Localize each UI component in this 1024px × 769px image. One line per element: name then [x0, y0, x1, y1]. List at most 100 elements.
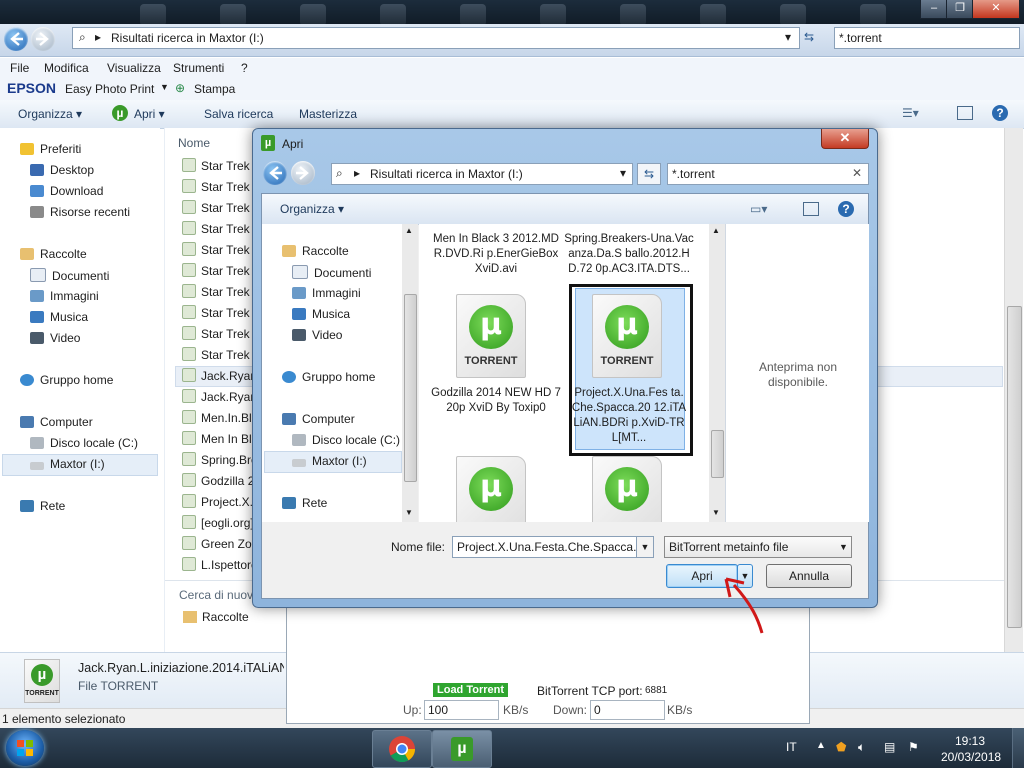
list-item[interactable]: Star Trek - [182, 200, 257, 215]
start-button[interactable] [6, 730, 44, 766]
back-button[interactable] [4, 27, 28, 51]
dialog-nav-music[interactable]: Musica [292, 307, 350, 321]
organize-button[interactable]: Organizza ▾ [18, 107, 82, 121]
dialog-nav-maxtor[interactable]: Maxtor (I:) [292, 454, 367, 468]
nav-recent[interactable]: Risorse recenti [30, 205, 130, 219]
scrollbar-thumb[interactable] [1007, 306, 1022, 628]
nav-pictures[interactable]: Immagini [30, 289, 99, 303]
preview-pane-icon[interactable] [803, 202, 819, 216]
cancel-button[interactable]: Annulla [766, 564, 852, 588]
up-speed-input[interactable]: 100 [424, 700, 499, 720]
dialog-back-button[interactable] [263, 161, 287, 185]
address-dropdown-icon[interactable]: ▾ [620, 166, 626, 180]
menu-edit[interactable]: Modifica [44, 61, 89, 75]
show-desktop-button[interactable] [1012, 728, 1024, 768]
load-torrent-button[interactable]: Load Torrent [433, 683, 509, 697]
clear-search-icon[interactable]: ✕ [852, 166, 862, 180]
help-icon[interactable]: ? [838, 201, 854, 217]
file-name-godzilla[interactable]: Godzilla 2014 NEW HD 720p XviD By Toxip0 [431, 386, 561, 416]
menu-tools[interactable]: Strumenti [173, 61, 224, 75]
scroll-up-icon[interactable]: ▲ [712, 226, 720, 235]
dialog-refresh-icon[interactable]: ⇆ [637, 163, 661, 185]
torrent-file-thumbnail[interactable]: µ TORRENT [456, 294, 526, 378]
save-search-button[interactable]: Salva ricerca [204, 107, 273, 121]
taskbar-utorrent-button[interactable]: µ [432, 730, 492, 768]
address-dropdown-icon[interactable]: ▾ [785, 30, 791, 44]
dialog-forward-button[interactable] [291, 161, 315, 185]
nav-music[interactable]: Musica [30, 310, 88, 324]
nav-local-disk[interactable]: Disco locale (C:) [30, 436, 138, 450]
nav-documents[interactable]: Documenti [30, 268, 109, 283]
security-shield-icon[interactable]: ⬟ [836, 740, 846, 754]
help-icon[interactable]: ? [992, 105, 1008, 121]
filename-dropdown-icon[interactable]: ▼ [636, 536, 654, 558]
dialog-nav-scrollbar[interactable]: ▲ ▼ [402, 224, 418, 522]
menu-help[interactable]: ? [241, 61, 248, 75]
list-item[interactable]: Spring.Bre [182, 452, 258, 467]
nav-favorites[interactable]: Preferiti [20, 142, 81, 156]
nav-network[interactable]: Rete [20, 499, 65, 513]
dialog-nav-libraries[interactable]: Raccolte [282, 244, 349, 258]
print-button[interactable]: Stampa [194, 82, 235, 96]
clock-time[interactable]: 19:13 [955, 734, 985, 748]
file-name-project-x[interactable]: Project.X.Una.Fes ta.Che.Spacca.20 12.iT… [571, 386, 687, 446]
show-hidden-icons-icon[interactable]: ▲ [816, 740, 826, 751]
list-item[interactable]: [eogli.org] [182, 515, 254, 530]
nav-maxtor[interactable]: Maxtor (I:) [30, 457, 105, 471]
list-item[interactable]: Project.X.U [182, 494, 262, 509]
dialog-nav-homegroup[interactable]: Gruppo home [282, 370, 375, 384]
list-item[interactable]: Star Trek T [182, 305, 260, 320]
close-button[interactable]: ✕ [972, 0, 1020, 19]
filename-input[interactable]: Project.X.Una.Festa.Che.Spacca.20 [452, 536, 640, 558]
forward-button[interactable] [31, 27, 55, 51]
dialog-nav-documents[interactable]: Documenti [292, 265, 371, 280]
dialog-nav-network[interactable]: Rete [282, 496, 327, 510]
burn-button[interactable]: Masterizza [299, 107, 357, 121]
nav-videos[interactable]: Video [30, 331, 80, 345]
list-item[interactable]: Men In Bla [182, 431, 258, 446]
dialog-search-input[interactable]: *.torrent ✕ [667, 163, 869, 185]
address-bar[interactable]: ⌕ ▸ Risultati ricerca in Maxtor (I:) ▾ [72, 27, 800, 49]
chevron-down-icon[interactable]: ▼ [160, 82, 169, 92]
list-item-selected[interactable]: Jack.Ryan. [182, 368, 260, 383]
list-item[interactable]: Jack.Ryan. [182, 389, 260, 404]
nav-downloads[interactable]: Download [30, 184, 103, 198]
scroll-up-icon[interactable]: ▲ [405, 226, 413, 235]
dialog-address-bar[interactable]: ⌕ ▸ Risultati ricerca in Maxtor (I:) ▾ [331, 163, 633, 185]
menu-view[interactable]: Visualizza [107, 61, 161, 75]
list-item[interactable]: Godzilla 20 [182, 473, 261, 488]
down-speed-input[interactable]: 0 [590, 700, 665, 720]
list-item[interactable]: Star Trek - [182, 242, 257, 257]
dialog-nav-pictures[interactable]: Immagini [292, 286, 361, 300]
maximize-button[interactable]: ❐ [946, 0, 974, 19]
view-options-icon[interactable]: ☰▾ [902, 106, 919, 120]
menu-file[interactable]: File [10, 61, 29, 75]
nav-desktop[interactable]: Desktop [30, 163, 94, 177]
taskbar-chrome-button[interactable] [372, 730, 432, 768]
list-item[interactable]: Star Trek T [182, 179, 260, 194]
list-item[interactable]: Star Trek - [182, 263, 257, 278]
scroll-down-icon[interactable]: ▼ [712, 508, 720, 517]
scrollbar-thumb[interactable] [404, 294, 417, 482]
list-item[interactable]: Star Trek - [182, 221, 257, 236]
nav-computer[interactable]: Computer [20, 415, 93, 429]
dialog-nav-computer[interactable]: Computer [282, 412, 355, 426]
list-item[interactable]: Men.In.Bla [182, 410, 258, 425]
list-item[interactable]: Star Trek T [182, 326, 260, 341]
nav-homegroup[interactable]: Gruppo home [20, 373, 113, 387]
scroll-down-icon[interactable]: ▼ [405, 508, 413, 517]
file-list-scrollbar[interactable] [1004, 128, 1023, 652]
list-item[interactable]: Green Zon [182, 536, 258, 551]
scrollbar-thumb[interactable] [711, 430, 724, 478]
dialog-file-scrollbar[interactable]: ▲ ▼ [709, 224, 725, 522]
network-tray-icon[interactable]: ▤ [884, 740, 895, 754]
list-item[interactable]: Star Trek T [182, 347, 260, 362]
dialog-close-button[interactable]: ✕ [821, 129, 869, 149]
filetype-select[interactable]: BitTorrent metainfo file ▼ [664, 536, 852, 558]
dialog-nav-local-disk[interactable]: Disco locale (C:) [292, 433, 400, 447]
dialog-nav-videos[interactable]: Video [292, 328, 342, 342]
torrent-file-thumbnail[interactable]: µ [456, 456, 526, 522]
torrent-file-thumbnail-selected[interactable]: µ TORRENT [592, 294, 662, 378]
list-item[interactable]: L.Ispettore [182, 557, 258, 572]
list-item[interactable]: Star Trek T [182, 158, 260, 173]
